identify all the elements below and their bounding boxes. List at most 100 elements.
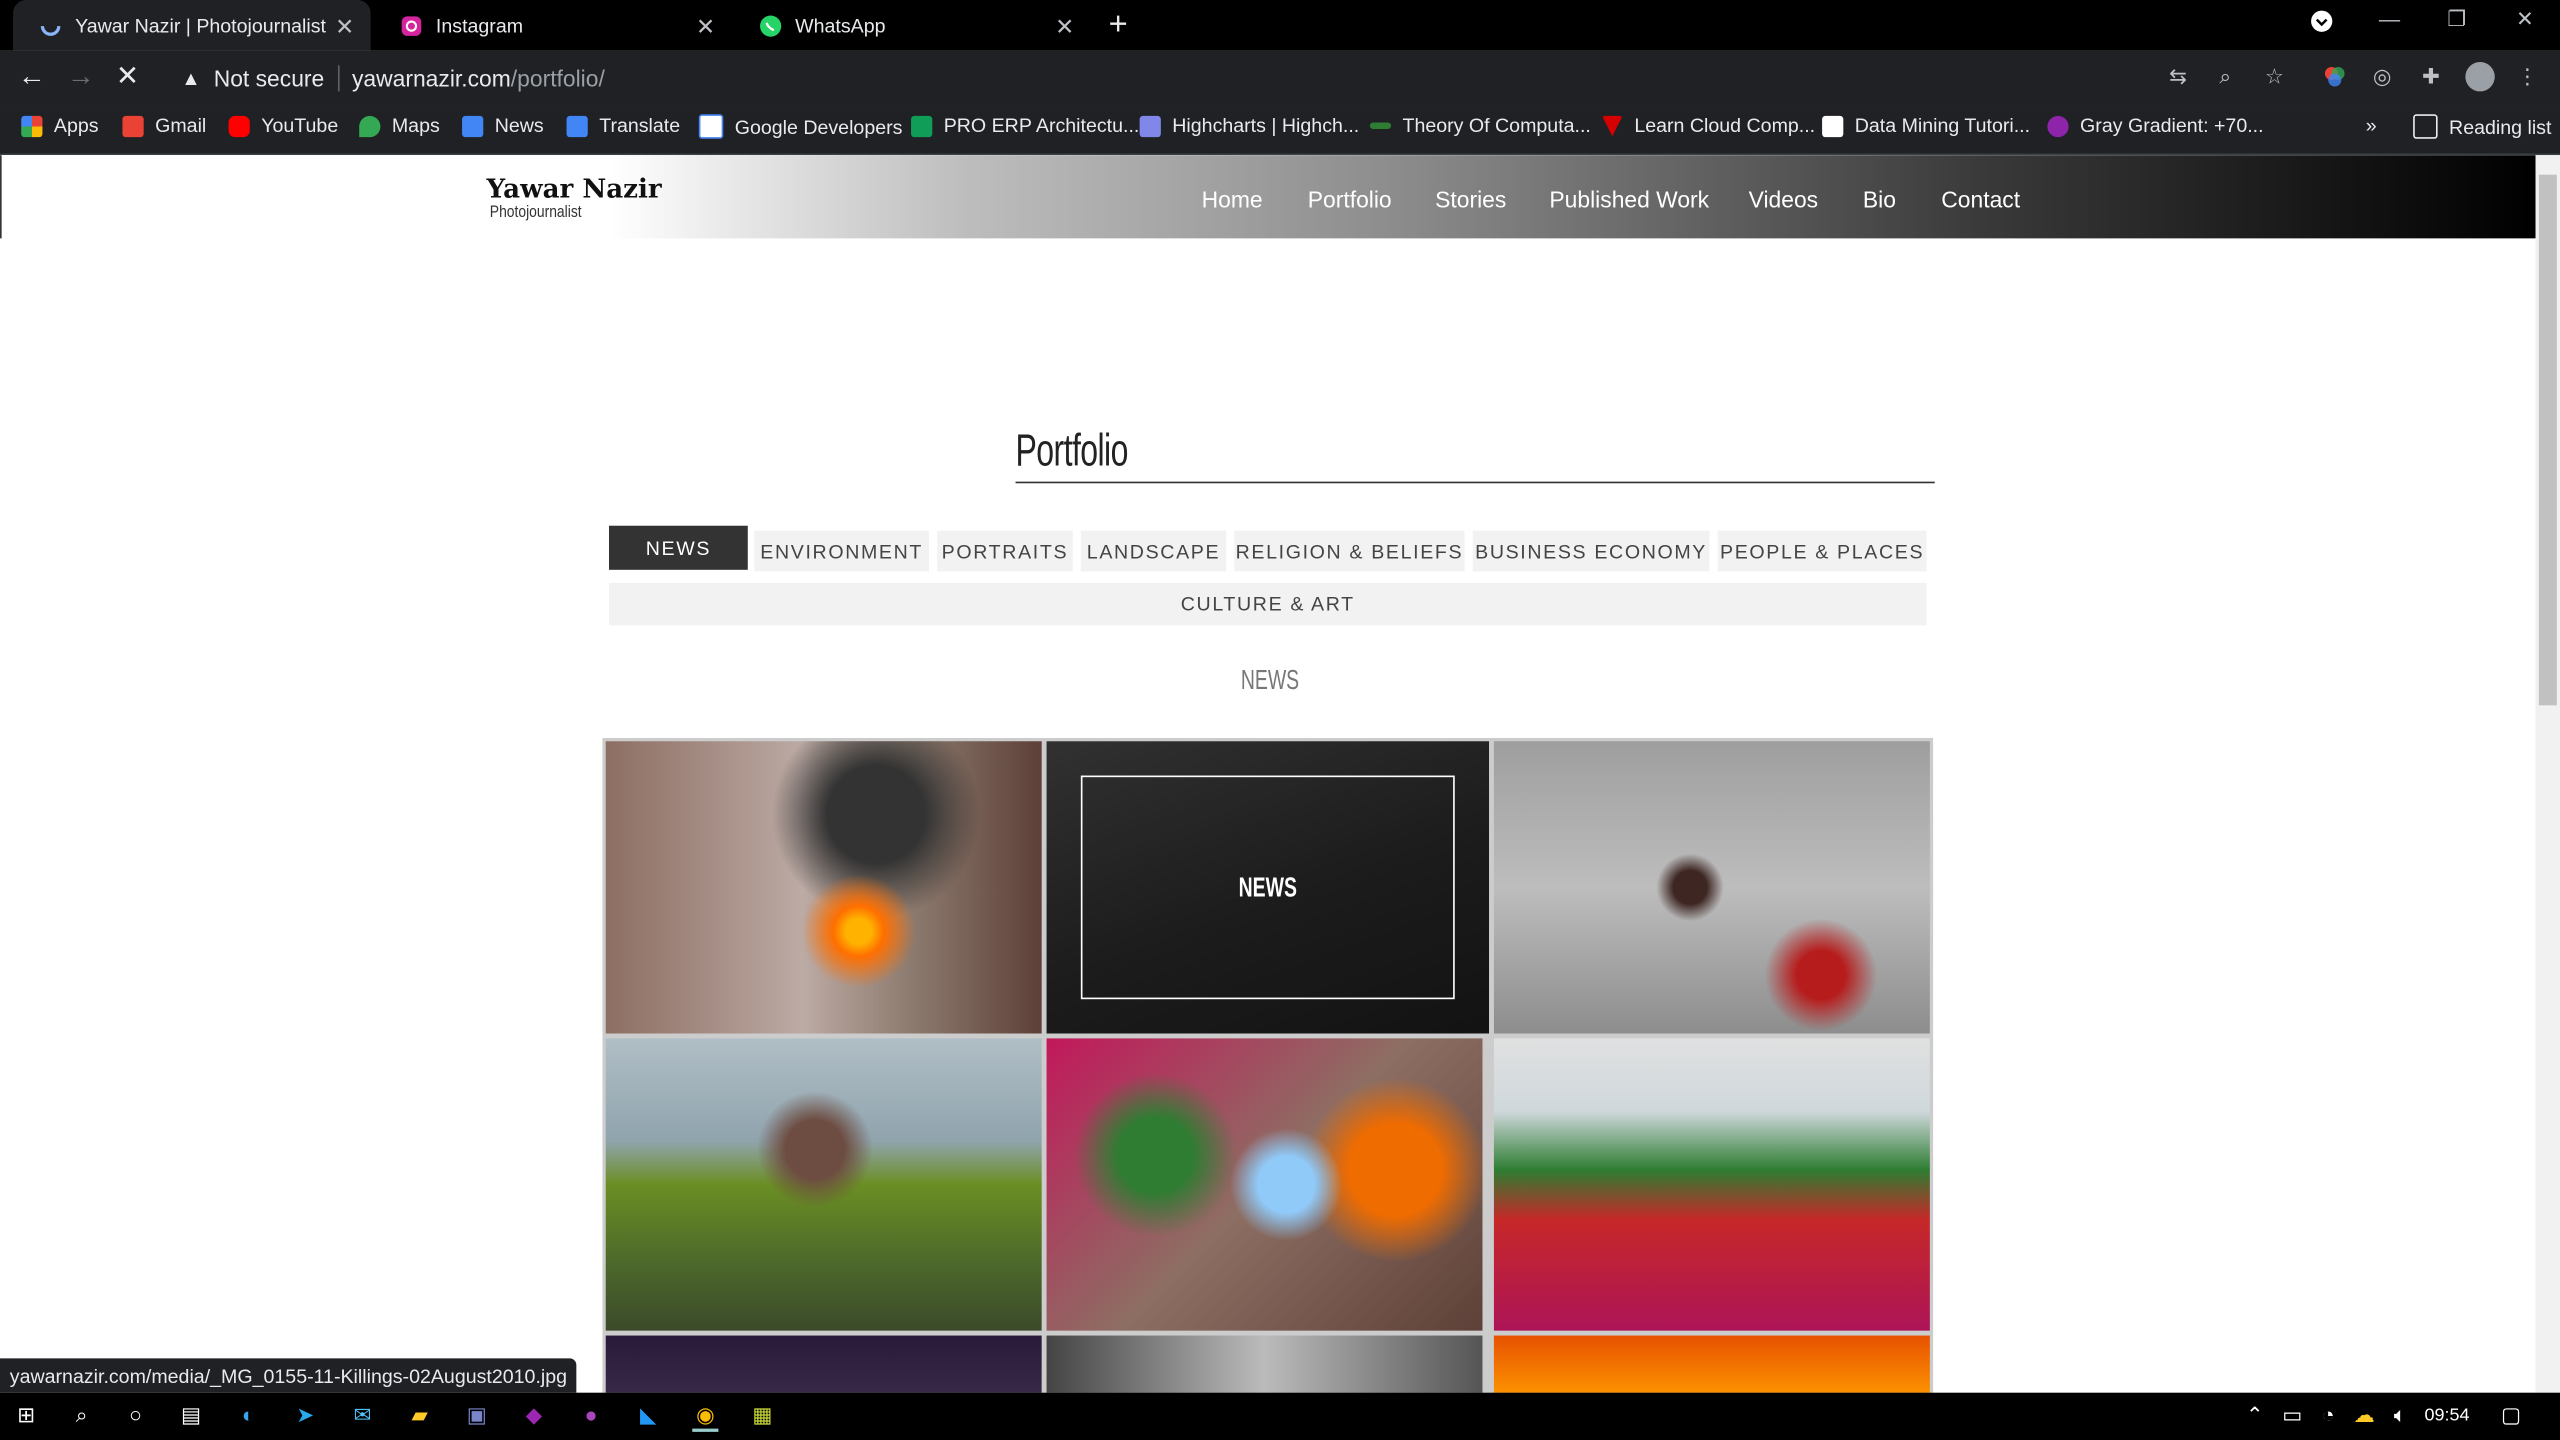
bookmarks-overflow-icon[interactable]: » bbox=[2366, 114, 2377, 137]
show-hidden-icons-icon[interactable]: ⌃ bbox=[2242, 1402, 2268, 1428]
overflow-label: » bbox=[2365, 114, 2377, 138]
tab-search-icon[interactable] bbox=[2310, 10, 2333, 38]
search-icon[interactable]: ⌕ bbox=[69, 1402, 95, 1428]
page-scrollbar[interactable] bbox=[2535, 155, 2560, 1393]
weather-icon[interactable]: ☁ bbox=[2351, 1402, 2377, 1428]
vscode-icon[interactable]: ◣ bbox=[635, 1402, 661, 1428]
more-menu-icon[interactable]: ⋮ bbox=[2516, 64, 2539, 88]
github-icon[interactable]: ● bbox=[578, 1402, 604, 1428]
windows-start-icon[interactable]: ⊞ bbox=[13, 1402, 39, 1428]
translate-icon bbox=[566, 115, 588, 137]
filter-landscape[interactable]: LANDSCAPE bbox=[1080, 530, 1227, 572]
bookmark-news[interactable]: News bbox=[462, 114, 544, 137]
filter-news[interactable]: NEWS bbox=[608, 525, 748, 570]
reading-list-button[interactable]: Reading list bbox=[2413, 114, 2551, 139]
visual-studio-icon[interactable]: ◆ bbox=[521, 1402, 547, 1428]
bookmark-label: Learn Cloud Comp... bbox=[1634, 114, 1816, 138]
bookmark-translate[interactable]: Translate bbox=[566, 114, 680, 137]
notifications-icon[interactable]: ▢ bbox=[2498, 1402, 2524, 1428]
battery-icon[interactable]: ▭ bbox=[2279, 1402, 2305, 1428]
nav-videos[interactable]: Videos bbox=[1749, 186, 1818, 212]
photo-news-5[interactable] bbox=[1046, 1038, 1483, 1331]
photo-news-6[interactable] bbox=[1493, 1038, 1930, 1331]
bookmarks-bar: Apps Gmail YouTube Maps News Translate G… bbox=[0, 104, 2560, 156]
stop-loading-icon[interactable]: ✕ bbox=[116, 60, 139, 93]
bookmark-learn-cloud[interactable]: Learn Cloud Comp... bbox=[1601, 114, 1816, 138]
back-arrow-icon[interactable]: ← bbox=[18, 60, 46, 93]
new-tab-icon[interactable]: + bbox=[1109, 8, 1128, 41]
nav-stories[interactable]: Stories bbox=[1435, 186, 1506, 212]
photo-news-7[interactable] bbox=[605, 1335, 1042, 1393]
photo-news-2[interactable]: NEWS bbox=[1046, 741, 1490, 1034]
close-window-icon[interactable]: ✕ bbox=[2516, 7, 2534, 33]
filter-portraits[interactable]: PORTRAITS bbox=[937, 530, 1073, 572]
photo-news-1[interactable] bbox=[605, 741, 1042, 1034]
network-icon[interactable]: ◔ bbox=[2315, 1402, 2341, 1428]
minimize-icon[interactable]: — bbox=[2379, 7, 2400, 31]
bookmark-gmail[interactable]: Gmail bbox=[122, 114, 206, 137]
address-bar[interactable]: ▲ Not secure yawarnazir.com/portfolio/ bbox=[168, 55, 2210, 100]
bookmark-pro-erp[interactable]: PRO ERP Architectu... bbox=[911, 114, 1139, 137]
site-icon bbox=[1822, 115, 1844, 137]
bookmark-youtube[interactable]: YouTube bbox=[228, 114, 338, 137]
photo-news-3[interactable] bbox=[1493, 741, 1930, 1034]
profile-avatar[interactable] bbox=[2465, 62, 2495, 92]
translate-icon[interactable]: ⇆ bbox=[2167, 64, 2190, 88]
gradient-icon bbox=[2047, 115, 2069, 137]
scrollbar-thumb[interactable] bbox=[2538, 174, 2557, 706]
bookmark-label: Data Mining Tutori... bbox=[1854, 114, 2031, 138]
bookmark-data-mining[interactable]: Data Mining Tutori... bbox=[1822, 114, 2030, 137]
taskbar-clock[interactable]: 09:54 bbox=[2425, 1406, 2470, 1426]
section-title: NEWS bbox=[1240, 664, 1300, 696]
link-status-bar: yawarnazir.com/media/_MG_0155-11-Killing… bbox=[0, 1358, 577, 1393]
overlay-label: NEWS bbox=[1238, 871, 1297, 903]
close-tab-icon[interactable]: ✕ bbox=[696, 13, 715, 41]
photo-news-9[interactable] bbox=[1493, 1335, 1930, 1393]
pycharm-icon[interactable]: ▦ bbox=[749, 1402, 775, 1428]
nav-home[interactable]: Home bbox=[1202, 186, 1263, 212]
task-view-icon[interactable]: ▤ bbox=[178, 1402, 204, 1428]
apps-grid-icon bbox=[21, 115, 43, 137]
color-extension-icon[interactable] bbox=[2323, 65, 2346, 88]
chrome-icon[interactable]: ◉ bbox=[692, 1402, 719, 1432]
telegram-icon[interactable]: ➤ bbox=[292, 1402, 318, 1428]
extension-icon[interactable]: ◎ bbox=[2371, 64, 2394, 88]
filter-culture-art[interactable]: CULTURE & ART bbox=[608, 582, 1927, 626]
filter-business-economy[interactable]: BUSINESS ECONOMY bbox=[1472, 530, 1710, 572]
tab-yawar-nazir[interactable]: Yawar Nazir | Photojournalist ✕ bbox=[13, 0, 371, 51]
app-icon[interactable]: ▣ bbox=[464, 1402, 490, 1428]
cortana-icon[interactable]: ○ bbox=[122, 1402, 148, 1428]
nav-portfolio[interactable]: Portfolio bbox=[1308, 186, 1392, 212]
close-tab-icon[interactable]: ✕ bbox=[335, 13, 354, 41]
bookmark-maps[interactable]: Maps bbox=[359, 114, 440, 137]
mail-icon[interactable]: ✉ bbox=[349, 1402, 375, 1428]
site-logo-name[interactable]: Yawar Nazir bbox=[487, 173, 662, 204]
filter-religion-beliefs[interactable]: RELIGION & BELIEFS bbox=[1234, 530, 1465, 572]
nav-published-work[interactable]: Published Work bbox=[1549, 186, 1709, 212]
bookmark-highcharts[interactable]: Highcharts | Highch... bbox=[1139, 114, 1359, 137]
loading-spinner-icon bbox=[39, 14, 62, 37]
file-explorer-icon[interactable]: ▰ bbox=[407, 1402, 433, 1428]
volume-icon[interactable]: 🔈︎ bbox=[2387, 1402, 2413, 1428]
photo-news-4[interactable] bbox=[605, 1038, 1042, 1331]
bookmark-theory-of-computation[interactable]: Theory Of Computa... bbox=[1369, 114, 1591, 137]
site-logo-subtitle: Photojournalist bbox=[489, 204, 582, 223]
close-tab-icon[interactable]: ✕ bbox=[1055, 13, 1074, 41]
filter-environment[interactable]: ENVIRONMENT bbox=[754, 530, 930, 572]
nav-contact[interactable]: Contact bbox=[1941, 186, 2020, 212]
bookmark-google-developers[interactable]: Google Developers bbox=[698, 114, 902, 139]
restore-icon[interactable]: ❐ bbox=[2447, 7, 2466, 33]
filter-people-places[interactable]: PEOPLE & PLACES bbox=[1717, 530, 1927, 572]
nav-bio[interactable]: Bio bbox=[1863, 186, 1896, 212]
bookmark-star-icon[interactable]: ☆ bbox=[2263, 64, 2286, 88]
tab-instagram[interactable]: Instagram ✕ bbox=[374, 0, 732, 51]
bookmark-gray-gradient[interactable]: Gray Gradient: +70... bbox=[2047, 114, 2264, 137]
forward-arrow-icon[interactable]: → bbox=[67, 60, 95, 93]
photo-news-8[interactable] bbox=[1046, 1335, 1483, 1393]
tab-whatsapp[interactable]: WhatsApp ✕ bbox=[733, 0, 1091, 51]
bookmark-apps[interactable]: Apps bbox=[21, 114, 99, 137]
puzzle-extensions-icon[interactable]: ✚ bbox=[2420, 64, 2443, 88]
zoom-icon[interactable]: ⌕ bbox=[2214, 64, 2237, 88]
edge-icon[interactable]: ◐ bbox=[235, 1402, 261, 1428]
google-developers-icon bbox=[698, 114, 724, 139]
